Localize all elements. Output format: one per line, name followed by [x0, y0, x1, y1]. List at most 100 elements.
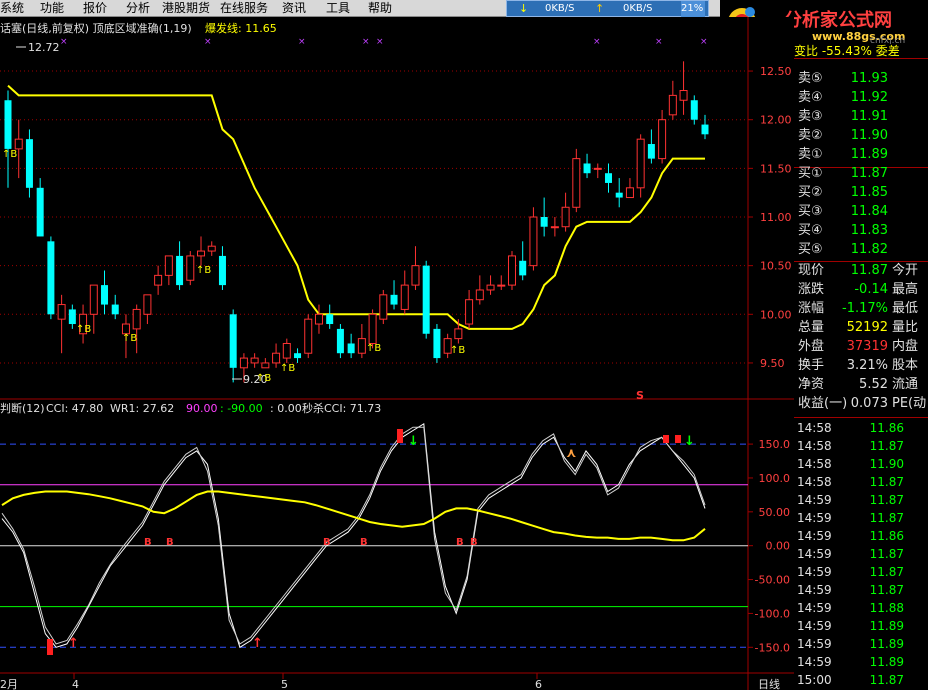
bid-row: 买① 11.87	[794, 165, 928, 183]
stat-row: 外盘 37319 内盘	[794, 338, 928, 356]
svg-text:×: ×	[298, 37, 306, 47]
menu-online-service[interactable]: 在线服务	[220, 0, 268, 16]
tick-price: 11.87	[869, 673, 904, 687]
level-up-value: 90.00	[186, 402, 218, 415]
tick-time: 14:59	[797, 619, 832, 633]
bid-row: 买④ 11.83	[794, 222, 928, 240]
zero-value: : 0.00	[270, 402, 302, 415]
price-tick-label: 10.00	[760, 308, 792, 321]
ask-row: 卖① 11.89	[794, 146, 928, 164]
chart-area[interactable]: 12.50 12.00 11.50 11.00 10.50 10.00 9.50 话塞(日线…	[0, 17, 794, 690]
indicator-tick-label: 150.0	[759, 438, 791, 451]
tick-time: 14:58	[797, 457, 832, 471]
tick-row: 14:59 11.89	[794, 653, 928, 671]
menu-news[interactable]: 资讯	[282, 0, 306, 16]
tick-price: 11.87	[869, 439, 904, 453]
bid-row: 买⑤ 11.82	[794, 241, 928, 259]
quote-label: 现价	[798, 263, 825, 278]
stat-row: 净资 5.52 流通	[794, 376, 928, 394]
price-tick-label: 11.50	[760, 162, 792, 175]
quote-label: 换手	[798, 358, 825, 373]
stat-row: 涨幅 -1.17% 最低	[794, 300, 928, 318]
ask-row: 卖④ 11.92	[794, 89, 928, 107]
price-tick-label: 9.50	[760, 357, 785, 370]
down-arrow-icon: ↓	[408, 434, 419, 449]
tick-row: 14:59 11.87	[794, 491, 928, 509]
stat-row: 总量 52192 量比	[794, 319, 928, 337]
candlestick	[304, 314, 313, 359]
date-label: 4	[72, 678, 79, 690]
quote-value: 11.93	[850, 71, 888, 86]
stat-row: 现价 11.87 今开	[794, 262, 928, 280]
tick-time: 14:59	[797, 583, 832, 597]
indicator-tick-label: -150.0	[755, 641, 790, 654]
top-signal-bar	[675, 435, 681, 443]
candlestick	[433, 324, 441, 363]
candlestick	[636, 134, 645, 198]
tick-row: 14:59 11.89	[794, 617, 928, 635]
quote-label: 卖⑤	[798, 71, 823, 86]
quote-value: -0.14	[854, 282, 888, 297]
quote-label: 买②	[798, 185, 823, 200]
tick-time: 14:59	[797, 637, 832, 651]
tick-time: 14:59	[797, 547, 832, 561]
download-arrow-icon: ↓	[519, 2, 529, 15]
quote-value: 11.91	[850, 109, 888, 124]
tick-row: 14:58 11.87	[794, 437, 928, 455]
quote-label: 总量	[798, 320, 825, 335]
quote-extra-label: 最低	[892, 301, 919, 316]
tick-price: 11.87	[869, 493, 904, 507]
quote-label: 净资	[798, 377, 825, 392]
top-signal-bar	[663, 435, 669, 443]
quote-value: 11.82	[850, 242, 888, 257]
bottom-signal-bar	[47, 639, 53, 655]
candlestick	[507, 251, 516, 290]
main-chart-header: 话塞(日线,前复权) 顶底区域准确(1,19)	[0, 21, 192, 35]
bid-row: 买③ 11.84	[794, 203, 928, 221]
quote-value: -1.17%	[842, 301, 888, 316]
price-tick-label: 12.50	[760, 65, 792, 78]
menu-hk-futures[interactable]: 港股期货	[162, 0, 210, 16]
menu-quote[interactable]: 报价	[83, 0, 107, 16]
quote-label: 卖③	[798, 109, 823, 124]
sell-s-marker: S	[636, 389, 644, 402]
tick-row: 14:58 11.86	[794, 419, 928, 437]
quote-label: 买③	[798, 204, 823, 219]
tick-time: 14:58	[797, 475, 832, 489]
stat-row: 换手 3.21% 股本	[794, 357, 928, 375]
menu-function[interactable]: 功能	[40, 0, 64, 16]
quote-value: 11.89	[850, 147, 888, 162]
menu-help[interactable]: 帮助	[368, 0, 392, 16]
tick-time: 14:59	[797, 601, 832, 615]
tick-price: 11.88	[869, 601, 904, 615]
ask-row: 卖② 11.90	[794, 127, 928, 145]
quote-value: 11.92	[850, 90, 888, 105]
price-tick-label: 12.00	[760, 114, 792, 127]
peak-marker-icon: ⋏	[566, 446, 577, 461]
stat-row: 收益(一) 0.073 PE(动	[794, 395, 928, 413]
logo-subtitle: cnfxj.cn	[870, 36, 905, 44]
quote-panel: 变比 -55.43% 委差 卖⑤ 11.93 卖④ 11.92 卖③ 11.91 卖② 11.…	[794, 44, 928, 690]
quote-value: 11.84	[850, 204, 888, 219]
price-tick-label: 11.00	[760, 211, 792, 224]
quote-label: 买⑤	[798, 242, 823, 257]
tick-price: 11.89	[869, 619, 904, 633]
tick-row: 14:58 11.87	[794, 473, 928, 491]
buy-b-marker: ↑B	[196, 265, 211, 276]
tick-price: 11.87	[869, 565, 904, 579]
menu-analysis[interactable]: 分析	[126, 0, 150, 16]
svg-text:×: ×	[655, 37, 663, 47]
menu-tools[interactable]: 工具	[326, 0, 350, 16]
quote-extra-label: 内盘	[892, 339, 919, 354]
candlestick	[529, 207, 538, 271]
price-tick-label: 10.50	[760, 260, 792, 273]
quote-value: 5.52	[859, 377, 888, 392]
menu-system[interactable]: 系统	[0, 0, 24, 16]
quote-label: 买①	[798, 166, 823, 181]
quote-extra-label: 最高	[892, 282, 919, 297]
tick-time: 14:58	[797, 439, 832, 453]
tick-time: 14:58	[797, 421, 832, 435]
burst-line-label: 爆发线: 11.65	[205, 21, 277, 35]
buy-b-marker: ↑B	[256, 373, 271, 384]
buy-b-marker: ↑B	[76, 324, 91, 335]
